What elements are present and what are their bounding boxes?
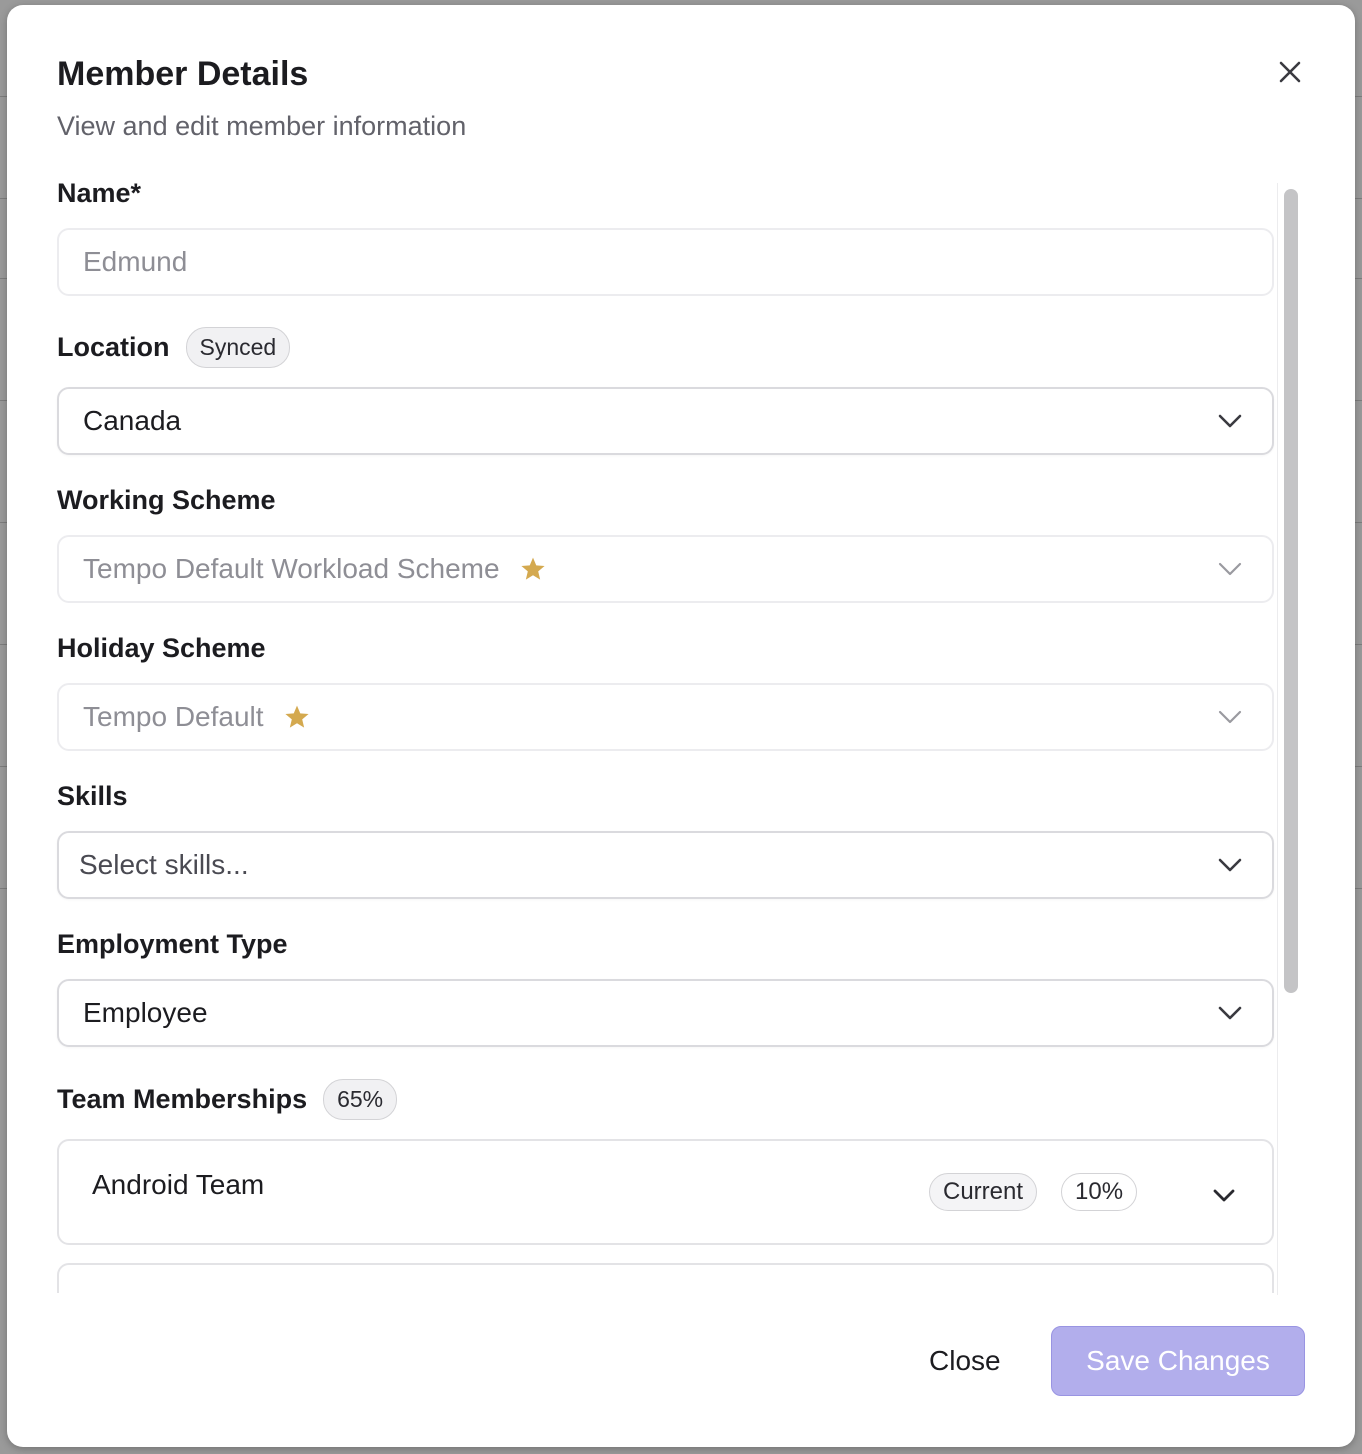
form-scroll-area: Name* Edmund Location Synced Canada Work… [7,175,1297,1293]
employment-type-value: Employee [83,997,208,1028]
skills-label: Skills [57,781,128,811]
star-icon [284,705,309,728]
save-changes-button[interactable]: Save Changes [1051,1326,1305,1396]
skills-placeholder: Select skills... [79,849,249,880]
location-label: Location Synced [57,327,291,368]
team-name: Android Team [92,1169,265,1200]
synced-badge: Synced [185,327,291,368]
star-icon [520,557,545,580]
holiday-scheme-select[interactable]: Tempo Default [57,683,1274,751]
chevron-down-icon [1218,562,1242,576]
team-card[interactable]: Android Team Current 10% [57,1139,1274,1245]
chevron-down-icon [1218,710,1242,724]
holiday-scheme-value: Tempo Default [83,701,264,732]
member-details-dialog: Member Details View and edit member info… [7,5,1355,1447]
chevron-down-icon[interactable] [1213,1189,1235,1203]
name-placeholder: Edmund [83,246,188,277]
location-select[interactable]: Canada [57,387,1274,455]
working-scheme-label: Working Scheme [57,485,276,515]
dialog-title: Member Details [57,55,309,93]
chevron-down-icon [1218,1006,1242,1020]
name-input[interactable]: Edmund [57,228,1274,296]
team-card-partial[interactable] [57,1263,1274,1293]
close-button[interactable]: Close [929,1345,1001,1377]
location-value: Canada [83,405,182,436]
holiday-scheme-label: Holiday Scheme [57,633,266,663]
total-allocation-badge: 65% [323,1079,398,1120]
team-allocation-badge: 10% [1061,1173,1138,1211]
dialog-subtitle: View and edit member information [57,111,467,141]
chevron-down-icon [1218,858,1242,872]
working-scheme-value: Tempo Default Workload Scheme [83,553,500,584]
chevron-down-icon [1218,414,1242,428]
employment-type-select[interactable]: Employee [57,979,1274,1047]
team-status-badge: Current [929,1173,1038,1211]
employment-type-label: Employment Type [57,929,288,959]
close-icon[interactable] [1273,55,1307,89]
name-label: Name* [57,178,142,208]
skills-select[interactable]: Select skills... [57,831,1274,899]
working-scheme-select[interactable]: Tempo Default Workload Scheme [57,535,1274,603]
team-memberships-label: Team Memberships 65% [57,1079,398,1120]
scrollbar-thumb[interactable] [1284,189,1298,993]
